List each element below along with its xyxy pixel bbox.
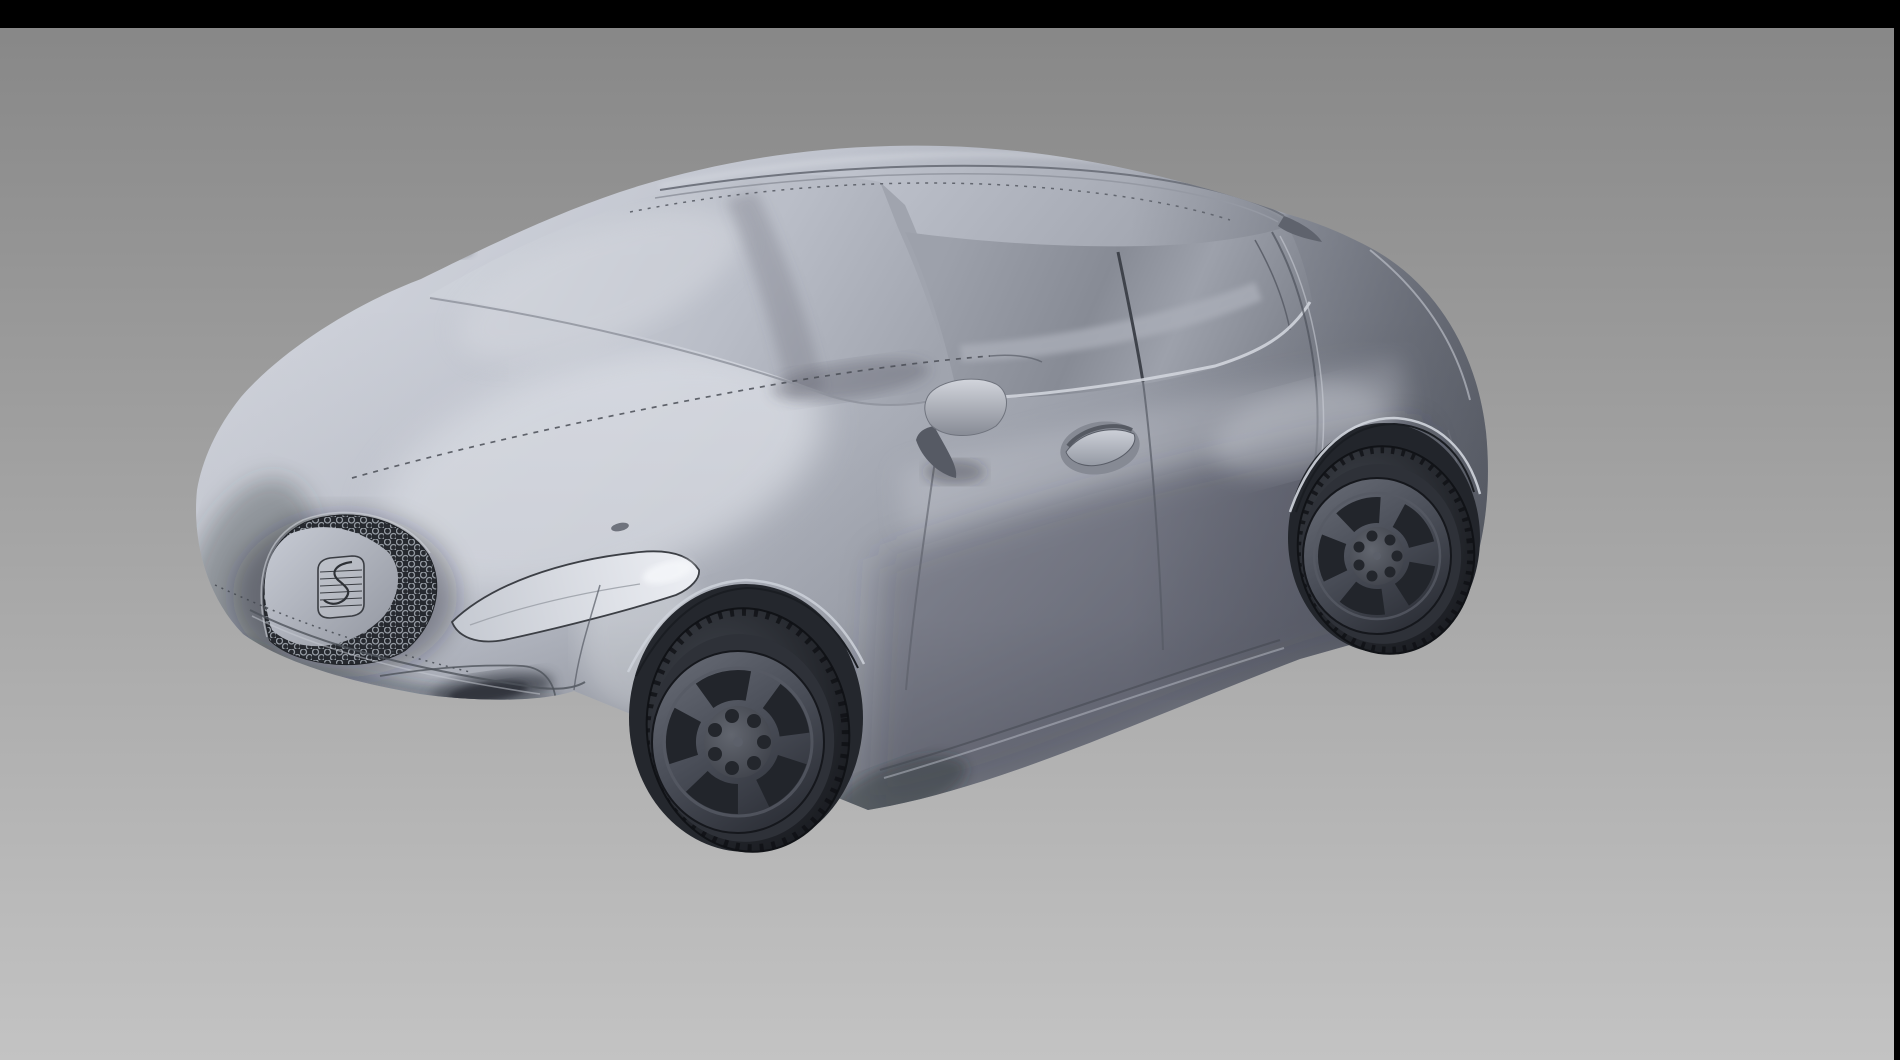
front-center-cap [733, 737, 743, 747]
front-grille [261, 512, 436, 664]
render-canvas[interactable] [0, 0, 1900, 1060]
top-letterbox-bar [0, 0, 1900, 28]
viewport-3d[interactable] [0, 0, 1900, 1060]
mirror-housing [925, 379, 1007, 435]
seat-badge [318, 556, 364, 618]
right-letterbox-strip [1894, 0, 1900, 1060]
rear-center-cap [1373, 552, 1381, 560]
